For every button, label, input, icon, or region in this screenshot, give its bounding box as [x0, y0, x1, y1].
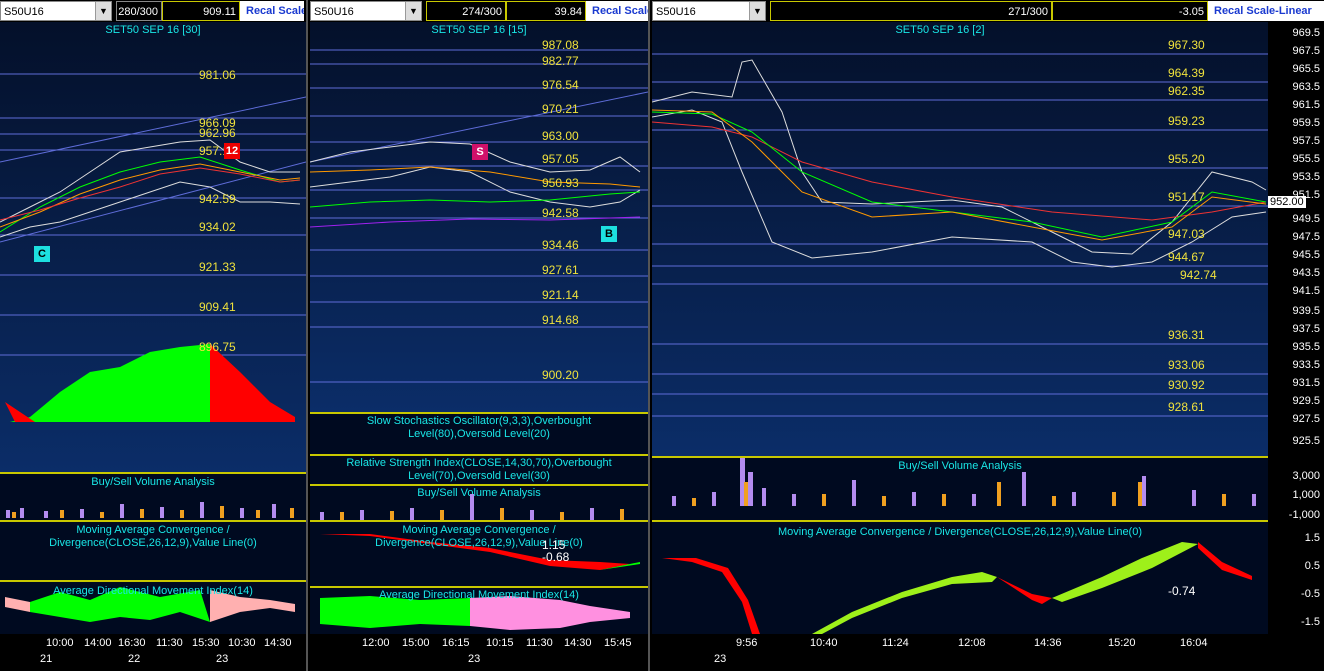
price-pane[interactable]: SET50 SEP 16 [30] 981.06 966.09 962.96 9… [0, 22, 306, 472]
volume-axis: 3,000 1,000 -1,000 [1268, 458, 1324, 521]
level-933: 933.06 [1168, 358, 1205, 372]
macd-title: Moving Average Convergence / Divergence(… [375, 524, 583, 549]
level-942: 942.59 [199, 192, 236, 206]
level-957: 957.05 [542, 152, 579, 166]
level-970: 970.21 [542, 102, 579, 116]
buy-marker[interactable]: B [601, 226, 617, 242]
bar-count: 274/300 [426, 1, 506, 21]
level-982: 982.77 [542, 54, 579, 68]
level-942: 942.74 [1180, 268, 1217, 282]
level-976: 976.54 [542, 78, 579, 92]
chevron-down-icon[interactable]: ▼ [405, 2, 421, 20]
level-962: 962.96 [199, 126, 236, 140]
bar-count: 271/300 [770, 1, 1052, 21]
macd-title: Moving Average Convergence / Divergence(… [49, 524, 257, 549]
time-axis: 9:56 10:40 11:24 12:08 14:36 15:20 16:04 [652, 636, 1268, 650]
adx-title: Average Directional Movement Index(14) [53, 585, 253, 597]
level-928: 928.61 [1168, 400, 1205, 414]
date-axis: 23 [652, 652, 1268, 666]
level-934: 934.02 [199, 220, 236, 234]
price-axis[interactable]: 969.5 967.5 965.5 963.5 961.5 959.5 957.… [1268, 22, 1324, 456]
value-box: 909.11 [162, 1, 240, 21]
symbol-value: S50U16 [656, 6, 696, 18]
symbol-select[interactable]: S50U16 ▼ [0, 1, 112, 21]
time-axis: 10:00 14:00 16:30 11:30 15:30 10:30 14:3… [0, 636, 306, 650]
stoch-title: Slow Stochastics Oscillator(9,3,3),Overb… [366, 415, 592, 440]
chart-panel-2[interactable]: S50U16 ▼ 271/300 -3.05 Recal Scale-Linear… [652, 0, 1324, 671]
macd-pane[interactable]: Moving Average Convergence / Divergence(… [0, 522, 306, 580]
level-896: 896.75 [199, 340, 236, 354]
bar-count: 280/300 [116, 1, 162, 21]
rescale-button[interactable]: Recal Scale [586, 1, 648, 21]
macd-pane[interactable]: Moving Average Convergence / Divergence(… [310, 522, 648, 586]
level-942: 942.58 [542, 206, 579, 220]
toolbar: S50U16 ▼ 274/300 39.84 Recal Scale [310, 0, 648, 22]
level-950: 950.93 [542, 176, 579, 190]
time-axis: 12:00 15:00 16:15 10:15 11:30 14:30 15:4… [310, 636, 648, 650]
macd-title: Moving Average Convergence / Divergence(… [777, 526, 1143, 538]
value-box: 39.84 [506, 1, 586, 21]
last-price-tag: 952.00 [1268, 196, 1306, 208]
level-955: 955.20 [1168, 152, 1205, 166]
macd-pane[interactable]: Moving Average Convergence / Divergence(… [652, 522, 1268, 634]
buy-marker[interactable]: C [34, 246, 50, 262]
sell-marker[interactable]: 12 [224, 143, 240, 159]
value-box: -3.05 [1052, 1, 1208, 21]
symbol-select[interactable]: S50U16 ▼ [652, 1, 766, 21]
volume-pane[interactable]: Buy/Sell Volume Analysis [0, 474, 306, 520]
level-900: 900.20 [542, 368, 579, 382]
symbol-select[interactable]: S50U16 ▼ [310, 1, 422, 21]
level-963: 963.00 [542, 129, 579, 143]
level-921: 921.14 [542, 288, 579, 302]
volume-pane[interactable]: Buy/Sell Volume Analysis [310, 486, 648, 520]
rsi-title: Relative Strength Index(CLOSE,14,30,70),… [346, 457, 612, 482]
toolbar: S50U16 ▼ 280/300 909.11 Recal Scale [0, 0, 306, 22]
rescale-button[interactable]: Recal Scale-Linear [1208, 1, 1324, 21]
adx-pane[interactable]: Average Directional Movement Index(14) [310, 588, 648, 634]
chevron-down-icon[interactable]: ▼ [749, 2, 765, 20]
price-pane[interactable]: SET50 SEP 16 [2] 967.30 964.39 962.35 95… [652, 22, 1268, 456]
macd-value: -0.74 [1168, 584, 1196, 598]
level-947: 947.03 [1168, 227, 1205, 241]
level-964: 964.39 [1168, 66, 1205, 80]
level-927: 927.61 [542, 263, 579, 277]
sell-marker[interactable]: S [472, 144, 488, 160]
level-959: 959.23 [1168, 114, 1205, 128]
level-909: 909.41 [199, 300, 236, 314]
adx-title: Average Directional Movement Index(14) [379, 589, 579, 601]
symbol-value: S50U16 [314, 6, 354, 18]
chevron-down-icon[interactable]: ▼ [95, 2, 111, 20]
chart-panel-15[interactable]: S50U16 ▼ 274/300 39.84 Recal Scale SET50 … [310, 0, 650, 671]
level-962: 962.35 [1168, 84, 1205, 98]
level-987: 987.08 [542, 38, 579, 52]
stochastic-pane[interactable]: Slow Stochastics Oscillator(9,3,3),Overb… [310, 414, 648, 454]
level-951: 951.17 [1168, 190, 1205, 204]
macd-value-low: -0.68 [542, 550, 570, 564]
adx-pane[interactable]: Average Directional Movement Index(14) [0, 582, 306, 634]
level-914: 914.68 [542, 313, 579, 327]
date-axis: 21 22 23 [0, 652, 306, 666]
level-930: 930.92 [1168, 378, 1205, 392]
macd-axis: 1.5 0.5 -0.5 -1.5 [1268, 522, 1324, 634]
rescale-button[interactable]: Recal Scale [240, 1, 304, 21]
level-967: 967.30 [1168, 38, 1205, 52]
price-chart [310, 49, 648, 383]
symbol-value: S50U16 [4, 6, 44, 18]
price-pane[interactable]: SET50 SEP 16 [15] 987.08 982.77 976.54 9… [310, 22, 648, 412]
chart-panel-30[interactable]: S50U16 ▼ 280/300 909.11 Recal Scale SET50… [0, 0, 308, 671]
date-axis: 23 [310, 652, 648, 666]
rsi-pane[interactable]: Relative Strength Index(CLOSE,14,30,70),… [310, 456, 648, 484]
level-981: 981.06 [199, 68, 236, 82]
toolbar: S50U16 ▼ 271/300 -3.05 Recal Scale-Linear [652, 0, 1324, 22]
level-921: 921.33 [199, 260, 236, 274]
level-936: 936.31 [1168, 328, 1205, 342]
volume-pane[interactable]: Buy/Sell Volume Analysis [652, 458, 1268, 520]
level-934: 934.46 [542, 238, 579, 252]
level-944: 944.67 [1168, 250, 1205, 264]
